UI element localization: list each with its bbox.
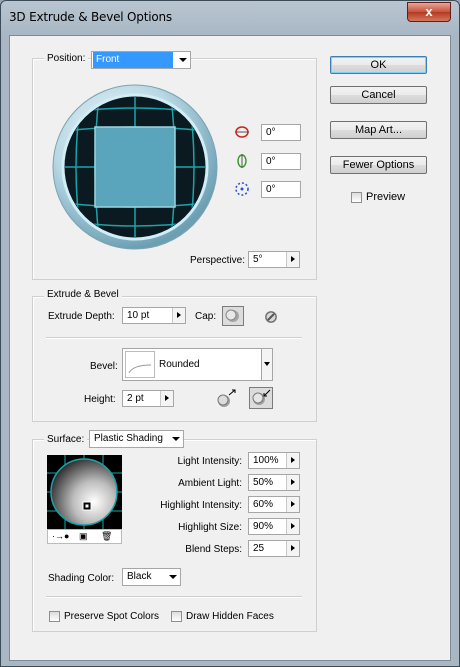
move-light-back-icon[interactable]: ·→●: [52, 531, 69, 541]
close-button[interactable]: x: [407, 2, 451, 22]
bevel-extent-in-icon: [252, 389, 271, 405]
ok-button[interactable]: OK: [330, 56, 427, 74]
chevron-down-icon: [172, 437, 180, 441]
highlight-size-field[interactable]: 90%: [248, 518, 300, 535]
title-bar[interactable]: 3D Extrude & Bevel Options x: [1, 1, 459, 35]
cap-off-icon[interactable]: [262, 308, 280, 326]
chevron-right-icon[interactable]: [286, 497, 299, 512]
extrude-depth-label: Extrude Depth:: [48, 311, 115, 322]
bevel-value: Rounded: [159, 359, 200, 370]
chevron-right-icon[interactable]: [286, 541, 299, 556]
bevel-dropdown-arrow[interactable]: [261, 348, 273, 381]
bevel-dropdown[interactable]: Rounded: [122, 348, 273, 381]
chevron-right-icon[interactable]: [286, 475, 299, 490]
chevron-right-icon[interactable]: [172, 308, 185, 323]
window-title: 3D Extrude & Bevel Options: [9, 10, 172, 24]
bevel-shape-icon: [125, 351, 155, 378]
light-intensity-field[interactable]: 100%: [248, 452, 300, 469]
extrude-depth-value: 10 pt: [127, 310, 150, 321]
ambient-light-label: Ambient Light:: [178, 478, 242, 489]
chevron-down-icon: [264, 362, 270, 366]
ambient-light-field[interactable]: 50%: [248, 474, 300, 491]
dialog-window: 3D Extrude & Bevel Options x Position: F…: [0, 0, 460, 667]
shading-color-dropdown[interactable]: Black: [122, 568, 181, 586]
rotation-z-field[interactable]: 0°: [261, 181, 301, 198]
highlight-intensity-field[interactable]: 60%: [248, 496, 300, 513]
dialog-body: Position: Front 0° 0° 0° Perspective: 5°…: [9, 35, 451, 661]
chevron-right-icon[interactable]: [286, 453, 299, 468]
new-light-icon[interactable]: ▣: [79, 531, 88, 542]
height-field[interactable]: 2 pt: [122, 390, 174, 407]
blend-steps-field[interactable]: 25: [248, 540, 300, 557]
rotation-x-field[interactable]: 0°: [261, 124, 301, 141]
cancel-button[interactable]: Cancel: [330, 86, 427, 104]
perspective-value: 5°: [253, 254, 263, 265]
light-toolbar: ·→● ▣ 🗑: [47, 529, 122, 544]
extrude-separator: [46, 337, 302, 339]
extrude-bevel-label: Extrude & Bevel: [44, 289, 122, 300]
blend-steps-label: Blend Steps:: [185, 544, 242, 555]
highlight-intensity-label: Highlight Intensity:: [160, 500, 242, 511]
rotate-z-axis-icon: [235, 182, 249, 196]
preserve-spot-colors-checkbox[interactable]: [49, 611, 60, 622]
position-label: Position:: [44, 53, 89, 64]
blend-steps-value: 25: [253, 543, 265, 554]
draw-hidden-faces-checkbox[interactable]: [171, 611, 182, 622]
perspective-field[interactable]: 5°: [248, 251, 300, 268]
trash-icon[interactable]: 🗑: [101, 531, 112, 542]
highlight-size-value: 90%: [253, 521, 274, 532]
bevel-extent-in-button[interactable]: [249, 387, 273, 409]
surface-value: Plastic Shading: [94, 433, 163, 444]
height-label: Height:: [84, 394, 116, 405]
chevron-down-icon: [169, 575, 177, 579]
rotate-y-axis-icon: [237, 154, 247, 168]
rotate-x-axis-icon: [235, 126, 249, 138]
chevron-down-icon: [179, 58, 187, 62]
ambient-light-value: 50%: [253, 477, 274, 488]
surface-dropdown[interactable]: Plastic Shading: [89, 430, 184, 448]
highlight-size-label: Highlight Size:: [178, 522, 242, 533]
surface-label: Surface:: [44, 434, 88, 445]
rotation-y-field[interactable]: 0°: [261, 153, 301, 170]
shading-color-label: Shading Color:: [48, 573, 115, 584]
shading-color-value: Black: [127, 571, 152, 582]
map-art-button[interactable]: Map Art...: [330, 121, 427, 139]
height-value: 2 pt: [127, 393, 144, 404]
chevron-right-icon[interactable]: [286, 519, 299, 534]
preserve-spot-colors-label: Preserve Spot Colors: [64, 611, 160, 622]
lighting-sphere-preview[interactable]: [47, 455, 122, 529]
preview-label: Preview: [366, 191, 406, 203]
position-value: Front: [93, 52, 173, 68]
chevron-right-icon[interactable]: [160, 391, 173, 406]
cap-on-button[interactable]: [222, 306, 244, 326]
light-intensity-label: Light Intensity:: [177, 456, 242, 467]
preview-checkbox[interactable]: [351, 192, 362, 203]
fewer-options-button[interactable]: Fewer Options: [330, 156, 427, 174]
chevron-right-icon[interactable]: [286, 252, 299, 267]
perspective-label: Perspective:: [190, 255, 246, 266]
position-dropdown[interactable]: Front: [91, 51, 191, 69]
surface-separator: [46, 596, 302, 598]
highlight-intensity-value: 60%: [253, 499, 274, 510]
cap-label: Cap:: [195, 311, 217, 322]
light-intensity-value: 100%: [253, 455, 279, 466]
draw-hidden-faces-label: Draw Hidden Faces: [186, 611, 274, 622]
bevel-label: Bevel:: [90, 361, 118, 372]
bevel-extent-out-icon[interactable]: [215, 389, 237, 409]
cap-on-icon: [225, 309, 239, 322]
extrude-depth-field[interactable]: 10 pt: [122, 307, 186, 324]
rotation-track-cube[interactable]: [51, 83, 219, 251]
